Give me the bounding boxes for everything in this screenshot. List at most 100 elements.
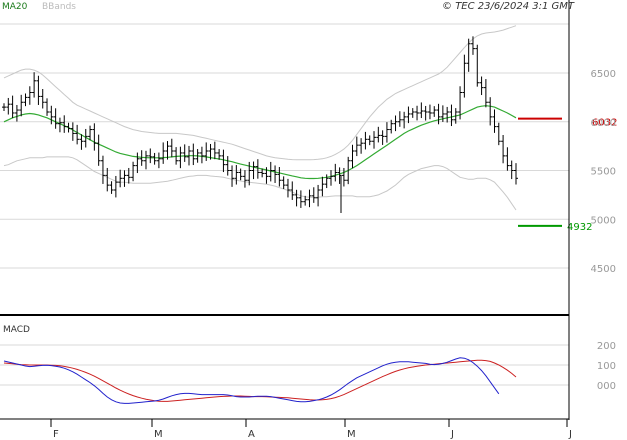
price-bar — [105, 167, 110, 192]
price-bar — [316, 184, 321, 207]
price-bar — [393, 115, 398, 132]
price-bar — [376, 126, 381, 143]
price-y-ticks: 6500 6000 5500 5000 4500 — [591, 69, 616, 275]
price-bar — [290, 181, 295, 200]
price-bar — [148, 148, 153, 164]
price-bar — [53, 108, 58, 129]
signal-line — [3, 359, 517, 402]
price-bar — [217, 149, 222, 160]
price-bar — [242, 170, 247, 188]
price-bar — [363, 131, 368, 150]
x-tick-label: J — [568, 429, 572, 440]
price-bar — [402, 111, 407, 129]
price-bar — [410, 108, 415, 118]
price-bar — [492, 109, 497, 133]
price-bar — [311, 187, 316, 203]
price-bar — [479, 76, 484, 96]
price-bar — [221, 149, 226, 173]
price-bar — [122, 170, 127, 187]
price-bar — [79, 134, 84, 150]
price-bar — [367, 135, 372, 146]
price-bar — [156, 152, 161, 169]
price-bar — [273, 165, 278, 183]
price-y-tick-label: 6000 — [591, 118, 616, 129]
support-label: 4932 — [567, 222, 592, 233]
price-bar — [354, 136, 359, 157]
price-bar — [307, 189, 312, 208]
price-bar — [131, 161, 136, 182]
price-bar — [462, 54, 467, 98]
price-bar — [118, 169, 123, 188]
price-bar — [436, 103, 441, 125]
price-bar — [152, 152, 157, 165]
price-bar — [277, 166, 282, 187]
price-bar — [281, 176, 286, 190]
price-bar — [415, 105, 420, 121]
price-bar — [204, 142, 209, 161]
price-bar — [139, 150, 144, 166]
price-bar — [70, 122, 75, 141]
price-bar — [62, 115, 67, 133]
price-bar — [328, 170, 333, 186]
macd-title: MACD — [3, 325, 30, 335]
price-bar — [88, 125, 93, 141]
price-bar — [234, 165, 239, 185]
price-bar — [169, 138, 174, 158]
macd-y-tick-label: 200 — [597, 341, 616, 352]
price-bar — [182, 144, 187, 162]
x-tick-label: J — [450, 429, 454, 440]
price-bar — [199, 146, 204, 164]
price-bar — [178, 146, 183, 169]
price-bar — [109, 181, 114, 194]
price-bar — [397, 111, 402, 127]
price-bar — [449, 104, 454, 127]
price-bar — [2, 103, 6, 112]
price-bar — [380, 130, 385, 145]
price-bar — [212, 141, 217, 160]
macd-y-tick-label: 100 — [597, 361, 616, 372]
price-bar — [36, 75, 41, 105]
price-bar — [488, 97, 493, 126]
price-bar — [100, 155, 105, 184]
price-bar — [333, 163, 338, 182]
price-bar — [225, 156, 230, 176]
legend-ma20: MA20 — [2, 2, 28, 12]
price-bar — [496, 122, 501, 146]
price-bar — [6, 97, 11, 115]
price-bar — [230, 165, 235, 187]
price-bar — [23, 93, 28, 107]
price-bar — [384, 122, 389, 143]
price-bar — [320, 176, 325, 197]
price-bar — [161, 142, 166, 164]
price-bar — [135, 152, 140, 174]
price-bars — [2, 36, 518, 213]
bband-lower-line — [3, 156, 517, 211]
price-bar — [514, 163, 518, 185]
price-bar — [419, 102, 424, 119]
price-bar — [470, 36, 475, 55]
x-tick-label: A — [248, 429, 255, 440]
price-bar — [359, 138, 364, 154]
x-axis: FMAMJJ — [50, 419, 572, 440]
price-panel: 60324932 65006000550050004500 — [0, 23, 617, 275]
price-bar — [350, 144, 355, 169]
price-bar — [92, 123, 97, 151]
price-bar — [432, 106, 437, 117]
price-bar — [32, 72, 37, 98]
macd-y-tick-label: 000 — [597, 381, 616, 392]
chart-frame — [0, 0, 570, 420]
price-bar — [423, 105, 428, 121]
price-bar — [427, 104, 432, 120]
price-bar — [40, 88, 45, 109]
price-bar — [483, 79, 488, 108]
chart-canvas: 60324932 65006000550050004500 200100000 … — [0, 0, 617, 440]
price-bar — [445, 106, 450, 123]
price-bar — [143, 150, 148, 170]
price-bar — [14, 104, 19, 122]
price-bar — [96, 134, 101, 166]
price-bar — [372, 131, 377, 149]
bbands-layer — [3, 25, 517, 211]
price-bar — [298, 190, 303, 208]
x-tick-label: M — [347, 429, 356, 440]
price-bar — [501, 135, 506, 164]
